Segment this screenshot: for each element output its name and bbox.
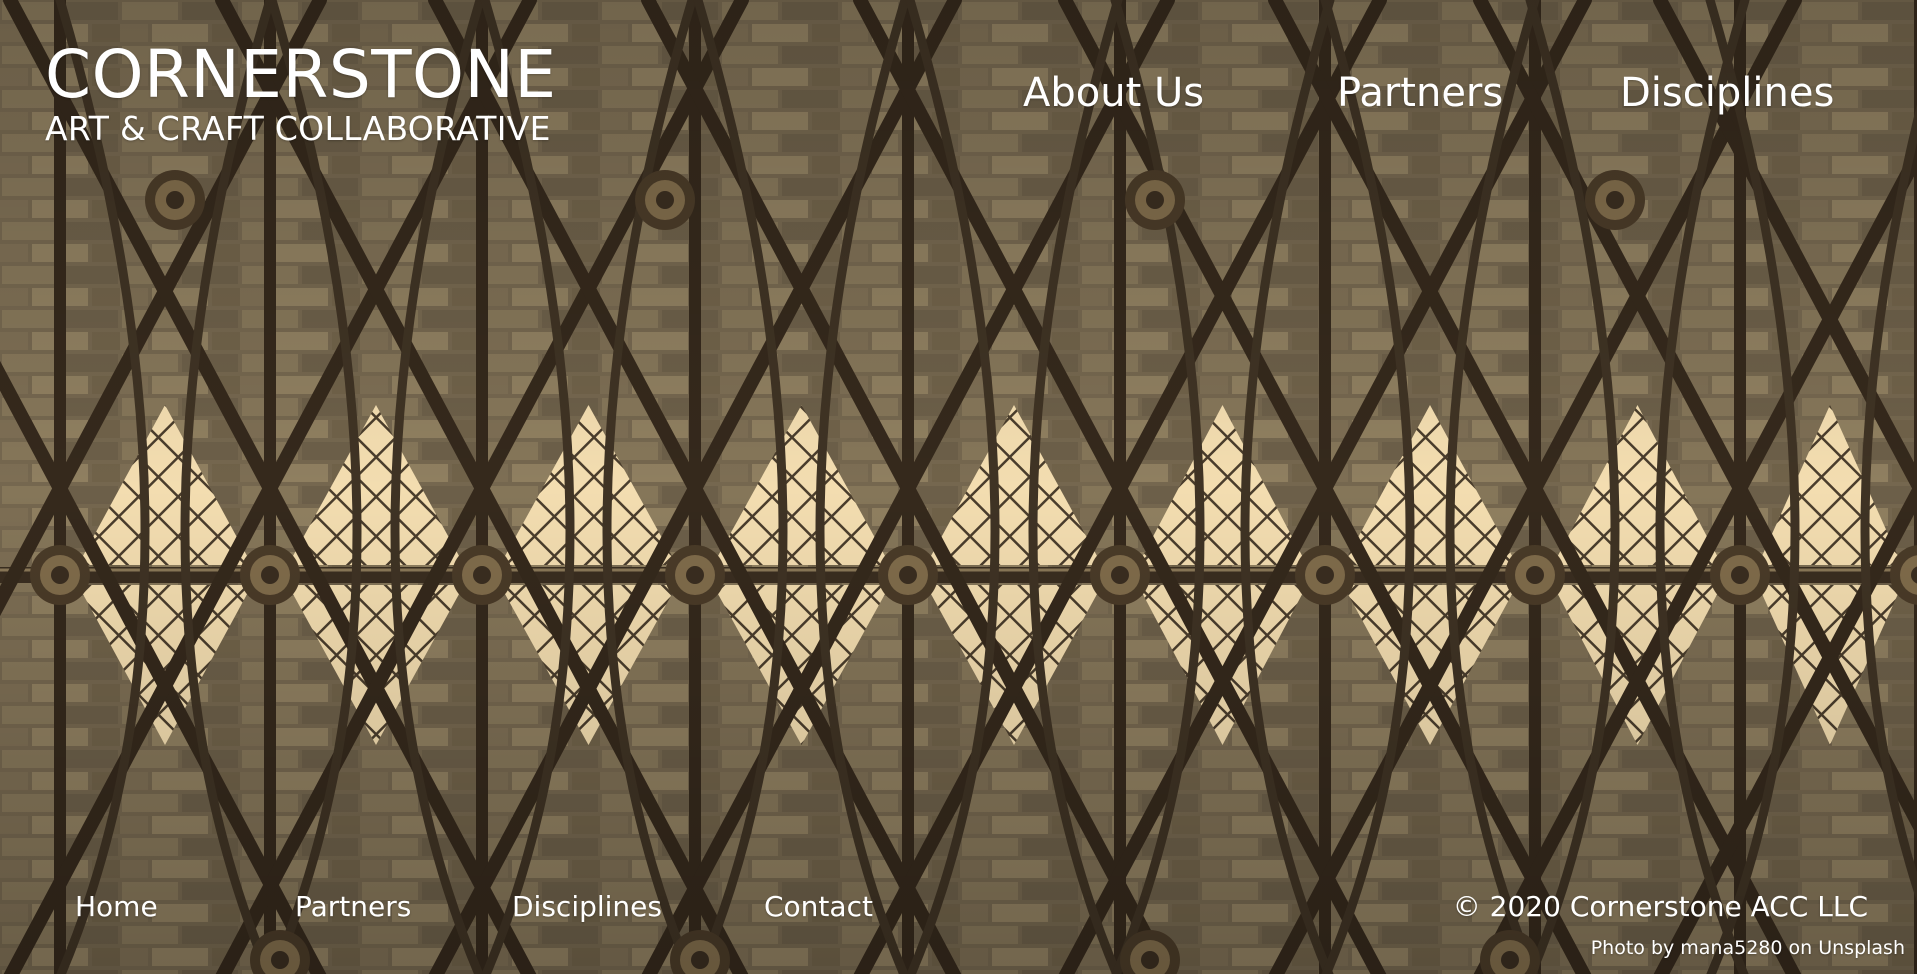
nav-partners[interactable]: Partners bbox=[1337, 70, 1503, 116]
footer-link-disciplines[interactable]: Disciplines bbox=[512, 890, 662, 923]
copyright-notice: © 2020 Cornerstone ACC LLC bbox=[1452, 890, 1868, 923]
logo-subtitle: ART & CRAFT COLLABORATIVE bbox=[45, 109, 551, 148]
logo-title: CORNERSTONE bbox=[45, 36, 557, 113]
nav-about-us[interactable]: About Us bbox=[1023, 70, 1204, 116]
site-logo[interactable]: CORNERSTONE ART & CRAFT COLLABORATIVE bbox=[45, 36, 557, 148]
footer-link-contact[interactable]: Contact bbox=[764, 890, 873, 923]
hero-background: CORNERSTONE ART & CRAFT COLLABORATIVE Ab… bbox=[0, 0, 1917, 977]
nav-disciplines[interactable]: Disciplines bbox=[1620, 70, 1834, 116]
photo-credit[interactable]: Photo by mana5280 on Unsplash bbox=[1591, 937, 1905, 959]
footer-link-home[interactable]: Home bbox=[75, 890, 158, 923]
footer-link-partners[interactable]: Partners bbox=[295, 890, 411, 923]
